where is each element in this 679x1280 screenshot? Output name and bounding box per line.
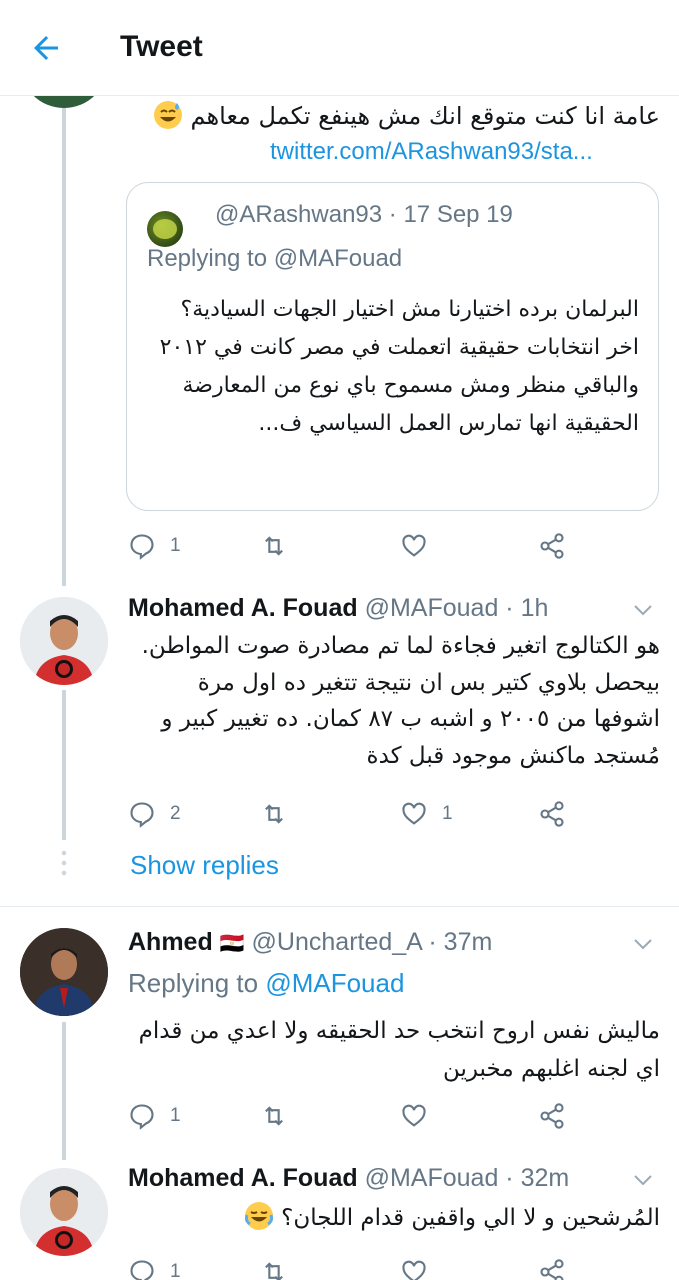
like-button[interactable] <box>400 1098 428 1134</box>
retweet-icon <box>265 1262 283 1280</box>
handle-time: @Uncharted_A · 37m <box>251 928 493 956</box>
retweet-button[interactable] <box>260 796 288 832</box>
reply-button[interactable]: 2 <box>128 796 181 832</box>
retweet-button[interactable] <box>260 528 288 564</box>
retweet-icon <box>265 1106 283 1126</box>
tweet-text: المُرشحين و لا الي واقفين قدام اللجان؟ <box>128 1200 660 1236</box>
quoted-text: البرلمان برده اختيارنا مش اختيار الجهات … <box>159 297 639 436</box>
page-title: Tweet <box>120 30 203 63</box>
like-button[interactable] <box>400 528 428 564</box>
replying-to: Replying to @MAFouad <box>128 968 405 998</box>
handle-time: @MAFouad · 32m <box>364 1164 570 1192</box>
reply-button[interactable]: 1 <box>128 528 181 564</box>
tweet-actions: 1 <box>128 1254 588 1280</box>
display-name[interactable]: Ahmed <box>128 928 213 956</box>
flag-emoji: 🇪🇬 <box>219 933 245 955</box>
tweet-actions: 2 1 <box>128 796 588 832</box>
avatar[interactable] <box>20 597 108 685</box>
chevron-down-icon[interactable] <box>631 598 655 622</box>
retweet-button[interactable] <box>260 1254 288 1280</box>
like-button[interactable]: 1 <box>400 796 453 832</box>
like-icon <box>402 1260 426 1280</box>
share-button[interactable] <box>538 1098 566 1134</box>
reply-count: 1 <box>170 535 181 556</box>
reply-button[interactable]: 1 <box>128 1254 181 1280</box>
tweet-header: Mohamed A. Fouad @MAFouad · 32m <box>128 1164 569 1198</box>
divider <box>0 906 679 907</box>
like-button[interactable] <box>400 1254 428 1280</box>
share-icon <box>540 533 564 559</box>
sweat-smile-emoji <box>153 101 182 129</box>
share-icon <box>540 1259 564 1280</box>
thread-line <box>62 96 66 586</box>
thread-line <box>62 1022 66 1160</box>
chevron-down-icon[interactable] <box>631 1168 655 1192</box>
like-icon <box>402 802 426 825</box>
thread-more-dots <box>61 848 67 878</box>
handle-time: @MAFouad · 1h <box>364 594 549 622</box>
retweet-button[interactable] <box>260 1098 288 1134</box>
avatar <box>147 211 183 247</box>
like-icon <box>402 534 426 557</box>
retweet-icon <box>265 536 283 556</box>
reply-icon <box>130 802 154 828</box>
reply-icon <box>130 534 154 560</box>
tweet-text: ماليش نفس اروح انتخب حد الحقيقه ولا اعدي… <box>138 1018 660 1082</box>
reply-count: 1 <box>170 1105 181 1126</box>
back-arrow-icon[interactable] <box>28 30 64 66</box>
avatar[interactable] <box>20 928 108 1016</box>
display-name[interactable]: Mohamed A. Fouad <box>128 1164 358 1192</box>
reply-icon <box>130 1104 154 1130</box>
joy-emoji <box>244 1202 273 1230</box>
chevron-down-icon[interactable] <box>631 932 655 956</box>
like-count: 1 <box>442 803 453 824</box>
share-button[interactable] <box>538 1254 566 1280</box>
avatar[interactable] <box>20 1168 108 1256</box>
tweet-actions: 1 <box>128 528 588 564</box>
share-icon <box>540 801 564 827</box>
like-icon <box>402 1104 426 1127</box>
share-button[interactable] <box>538 528 566 564</box>
tweet-header: Ahmed 🇪🇬 @Uncharted_A · 37m <box>128 928 492 962</box>
reply-button[interactable]: 1 <box>128 1098 181 1134</box>
top-app-bar: Tweet <box>0 0 679 96</box>
quoted-replying-to: Replying to @MAFouad <box>147 245 403 272</box>
show-replies-link[interactable]: Show replies <box>130 850 279 881</box>
display-name[interactable]: Mohamed A. Fouad <box>128 594 358 622</box>
quoted-handle-date: @ARashwan93 · 17 Sep 19 <box>215 201 513 228</box>
share-button[interactable] <box>538 796 566 832</box>
retweet-icon <box>265 804 283 824</box>
thread-line <box>62 690 66 840</box>
tweet-link[interactable]: twitter.com/ARashwan93/sta... <box>270 138 660 166</box>
reply-icon <box>130 1260 154 1280</box>
tweet-text: هو الكتالوج اتغير فجاءة لما تم مصادرة صو… <box>141 633 660 769</box>
tweet-actions: 1 <box>128 1098 588 1134</box>
reply-count: 1 <box>170 1261 181 1280</box>
quoted-tweet-card[interactable]: @ARashwan93 · 17 Sep 19 Replying to @MAF… <box>126 182 659 511</box>
tweet-text: عامة انا كنت متوقع انك مش هينفع تكمل معا… <box>128 98 660 134</box>
mention-link[interactable]: @MAFouad <box>265 968 404 998</box>
reply-count: 2 <box>170 803 181 824</box>
share-icon <box>540 1103 564 1129</box>
tweet-header: Mohamed A. Fouad @MAFouad · 1h <box>128 594 548 628</box>
